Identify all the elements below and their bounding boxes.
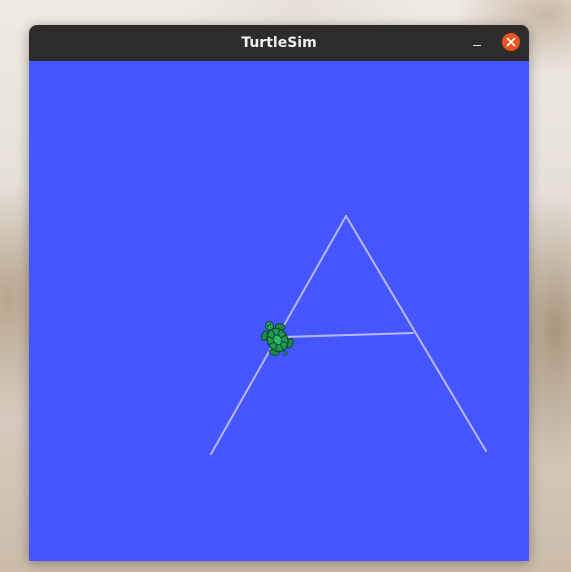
minimize-button[interactable] <box>467 33 487 53</box>
close-button[interactable] <box>502 33 520 51</box>
titlebar[interactable]: TurtleSim <box>29 25 529 61</box>
turtle-icon[interactable] <box>254 315 298 362</box>
trail-crossbar <box>283 332 414 338</box>
desktop-background: TurtleSim <box>0 0 571 572</box>
turtlesim-window: TurtleSim <box>29 25 529 561</box>
pen-trail <box>210 215 487 455</box>
window-title: TurtleSim <box>241 35 317 51</box>
minimize-icon <box>473 45 481 46</box>
turtle-canvas <box>29 61 529 561</box>
drawing-surface <box>210 215 487 455</box>
close-icon <box>506 37 516 47</box>
